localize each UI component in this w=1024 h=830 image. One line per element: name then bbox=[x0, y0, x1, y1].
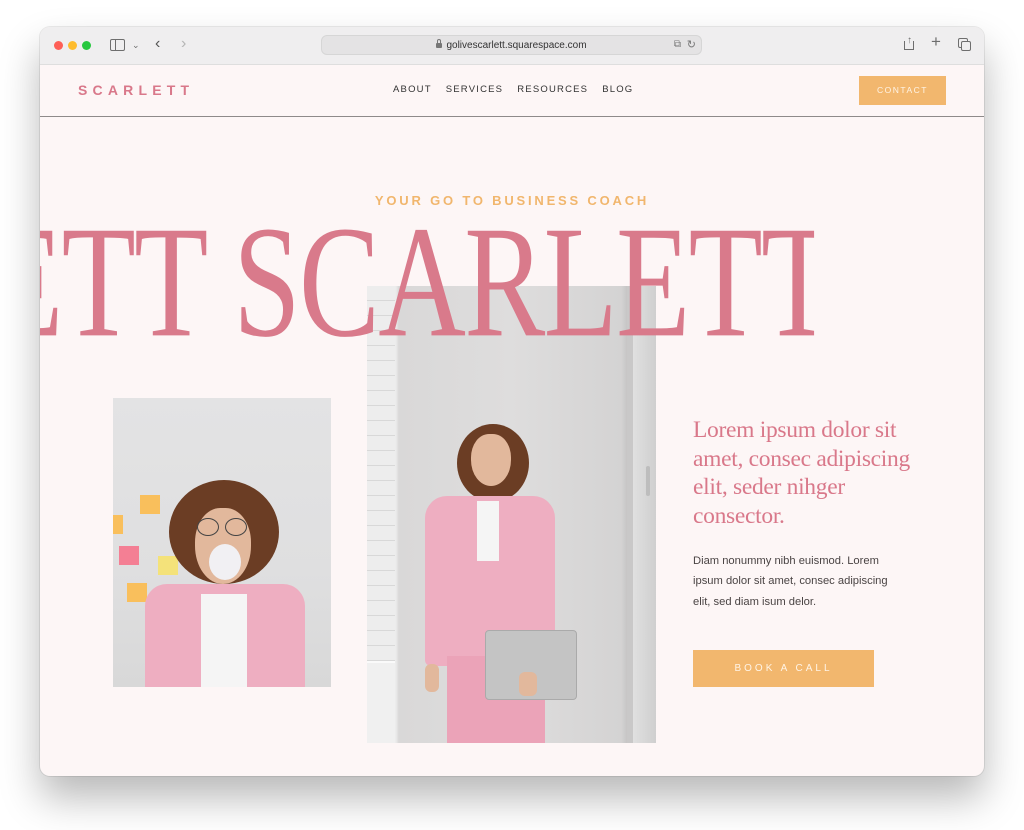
close-window-button[interactable] bbox=[54, 41, 63, 50]
site-logo[interactable]: SCARLETT bbox=[78, 82, 194, 98]
back-icon[interactable]: ‹ bbox=[155, 36, 160, 52]
forward-icon[interactable]: › bbox=[181, 36, 186, 52]
browser-window: ⌄ ‹ › golivescarlett.squarespace.com ⧉ ↻… bbox=[40, 27, 984, 776]
hero-marquee-title: ETT SCARLETT SCARLETT bbox=[40, 205, 815, 365]
book-a-call-button[interactable]: BOOK A CALL bbox=[693, 650, 874, 687]
nav-services[interactable]: SERVICES bbox=[446, 84, 503, 95]
zoom-window-button[interactable] bbox=[82, 41, 91, 50]
site-header: SCARLETT ABOUT SERVICES RESOURCES BLOG C… bbox=[40, 65, 984, 117]
share-icon[interactable]: ↑ bbox=[904, 35, 914, 50]
translate-icon[interactable]: ⧉ bbox=[674, 39, 681, 50]
minimize-window-button[interactable] bbox=[68, 41, 77, 50]
nav-blog[interactable]: BLOG bbox=[602, 84, 633, 95]
lock-icon bbox=[436, 39, 443, 48]
new-tab-icon[interactable]: + bbox=[931, 33, 941, 50]
contact-button[interactable]: CONTACT bbox=[859, 76, 946, 105]
hero-lede: Lorem ipsum dolor sit amet, consec adipi… bbox=[693, 417, 910, 529]
reload-icon[interactable]: ↻ bbox=[687, 38, 696, 51]
browser-toolbar: ⌄ ‹ › golivescarlett.squarespace.com ⧉ ↻… bbox=[40, 27, 984, 65]
chevron-down-icon[interactable]: ⌄ bbox=[132, 39, 140, 52]
tab-overview-icon[interactable] bbox=[958, 38, 971, 51]
address-bar[interactable]: golivescarlett.squarespace.com ⧉ ↻ bbox=[321, 35, 702, 55]
main-nav: ABOUT SERVICES RESOURCES BLOG bbox=[393, 84, 633, 95]
nav-resources[interactable]: RESOURCES bbox=[517, 84, 588, 95]
hero-photo-bubblegum bbox=[113, 398, 331, 687]
sidebar-icon[interactable] bbox=[110, 39, 125, 51]
hero-body-copy: Diam nonummy nibh euismod. Lorem ipsum d… bbox=[693, 555, 888, 608]
nav-about[interactable]: ABOUT bbox=[393, 84, 432, 95]
url-text: golivescarlett.squarespace.com bbox=[446, 40, 587, 51]
